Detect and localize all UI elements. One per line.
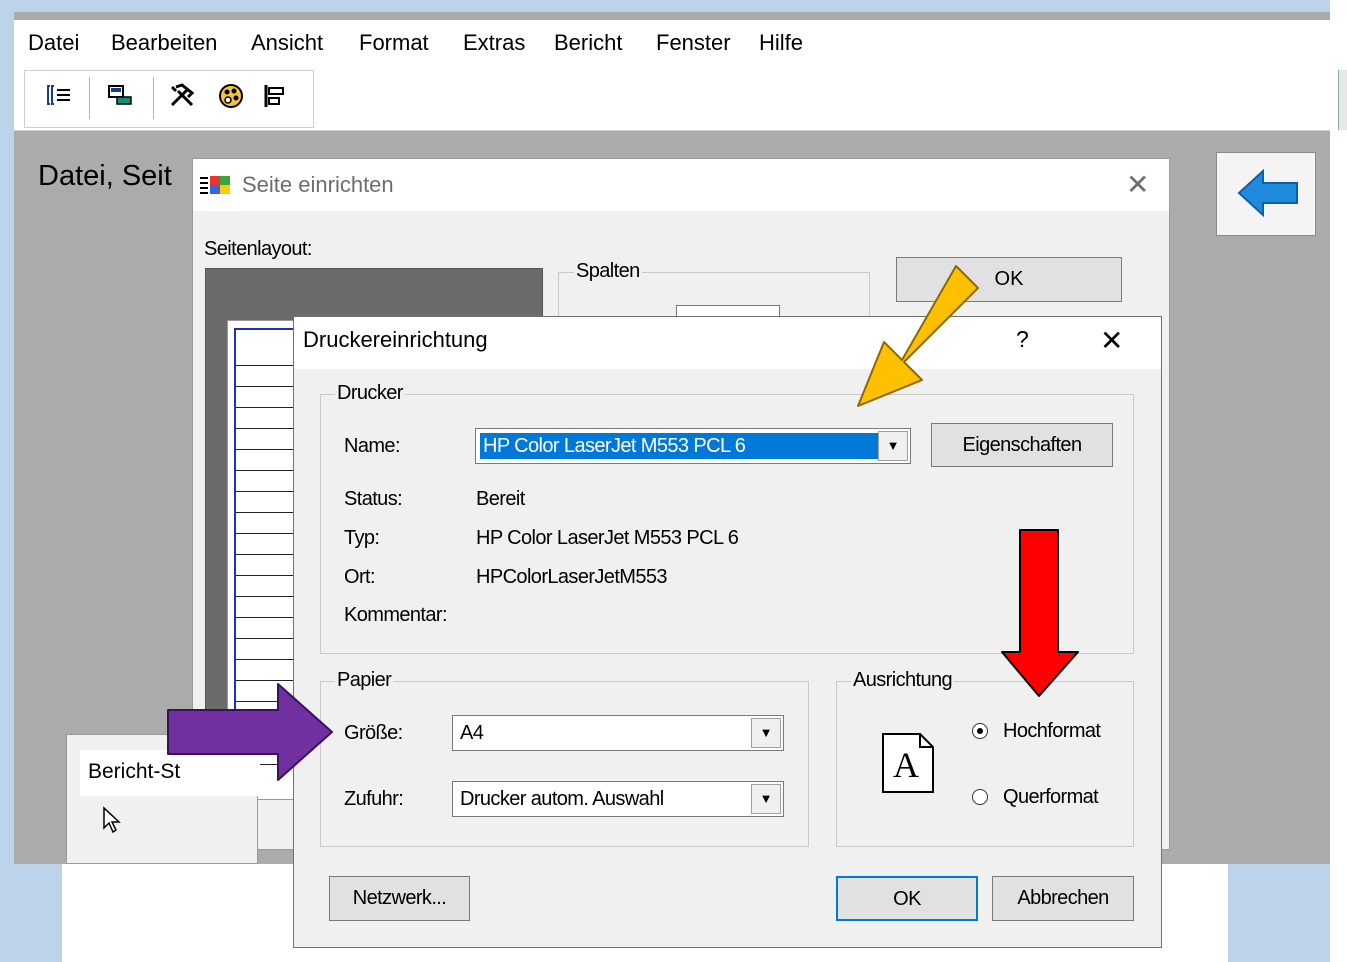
- printer-dialog-close-icon[interactable]: ✕: [1100, 324, 1123, 357]
- printer-setup-title: Druckereinrichtung: [303, 327, 488, 352]
- orientation-letter: A: [893, 745, 919, 785]
- status-label: Status:: [344, 488, 403, 510]
- paper-group: [320, 681, 809, 847]
- type-label: Typ:: [344, 527, 380, 549]
- back-arrow-icon: [1237, 168, 1298, 218]
- type-value: HP Color LaserJet M553 PCL 6: [476, 527, 739, 549]
- paper-source-value: Drucker autom. Auswahl: [460, 788, 664, 810]
- printer-name-label: Name:: [344, 435, 401, 457]
- menu-ansicht[interactable]: Ansicht: [251, 30, 323, 56]
- toolbar-group: [24, 70, 314, 128]
- orange-arrow-icon: [857, 265, 979, 407]
- workspace-background: [20, 864, 62, 962]
- help-button[interactable]: ?: [1016, 326, 1029, 353]
- menu-format[interactable]: Format: [359, 30, 429, 56]
- red-arrow-icon: [1001, 529, 1079, 697]
- page-setup-title: Seite einrichten: [242, 172, 394, 197]
- paper-source-select[interactable]: Drucker autom. Auswahl ▼: [452, 781, 784, 817]
- page-layout-label: Seitenlayout:: [204, 238, 312, 260]
- orientation-group: [836, 681, 1134, 847]
- chevron-down-icon[interactable]: ▼: [878, 431, 908, 461]
- menu-fenster[interactable]: Fenster: [656, 30, 731, 56]
- toolbar-separator: [89, 77, 90, 119]
- location-value: HPColorLaserJetM553: [476, 566, 668, 588]
- paper-group-label: Papier: [335, 669, 394, 692]
- properties-icon[interactable]: [103, 83, 139, 113]
- pointer-icon[interactable]: [102, 806, 124, 834]
- paper-size-value: A4: [460, 722, 484, 744]
- location-label: Ort:: [344, 566, 376, 588]
- menu-hilfe[interactable]: Hilfe: [759, 30, 803, 56]
- alignment-icon[interactable]: [257, 83, 293, 113]
- portrait-page-icon: A: [882, 733, 934, 793]
- cancel-button[interactable]: Abbrechen: [992, 876, 1134, 921]
- menu-datei[interactable]: Datei: [28, 30, 79, 56]
- printer-name-select[interactable]: HP Color LaserJet M553 PCL 6 ▼: [475, 428, 911, 464]
- menu-extras[interactable]: Extras: [463, 30, 525, 56]
- ok-button[interactable]: OK: [836, 876, 978, 921]
- palette-icon[interactable]: [213, 83, 249, 113]
- menu-bericht[interactable]: Bericht: [554, 30, 622, 56]
- printer-name-value: HP Color LaserJet M553 PCL 6: [480, 433, 878, 459]
- page-heading: Datei, Seit: [38, 160, 172, 192]
- network-button[interactable]: Netzwerk...: [329, 876, 470, 921]
- menu-bar: Datei Bearbeiten Ansicht Format Extras B…: [14, 20, 1330, 68]
- chevron-down-icon[interactable]: ▼: [751, 784, 781, 814]
- window-edge: [1330, 0, 1347, 962]
- purple-arrow-icon: [167, 683, 333, 781]
- toolbox-icon[interactable]: [165, 83, 201, 113]
- app-icon: [200, 176, 230, 194]
- paper-size-label: Größe:: [344, 722, 403, 744]
- orientation-group-label: Ausrichtung: [851, 669, 955, 692]
- chevron-down-icon[interactable]: ▼: [751, 718, 781, 748]
- printer-group-label: Drucker: [335, 382, 405, 405]
- columns-group-label: Spalten: [574, 260, 642, 283]
- comment-label: Kommentar:: [344, 604, 448, 626]
- paper-size-select[interactable]: A4 ▼: [452, 715, 784, 751]
- toolbar-separator: [153, 77, 154, 119]
- portrait-label[interactable]: Hochformat: [1003, 720, 1101, 743]
- close-icon[interactable]: ✕: [1126, 168, 1149, 201]
- paper-source-label: Zufuhr:: [344, 788, 404, 810]
- portrait-radio[interactable]: [972, 723, 988, 739]
- status-value: Bereit: [476, 488, 525, 510]
- properties-button[interactable]: Eigenschaften: [931, 423, 1113, 467]
- scroll-strip: [1338, 70, 1347, 130]
- field-list-icon[interactable]: [41, 83, 77, 113]
- landscape-radio[interactable]: [972, 789, 988, 805]
- menu-bearbeiten[interactable]: Bearbeiten: [111, 30, 217, 56]
- landscape-label[interactable]: Querformat: [1003, 786, 1099, 809]
